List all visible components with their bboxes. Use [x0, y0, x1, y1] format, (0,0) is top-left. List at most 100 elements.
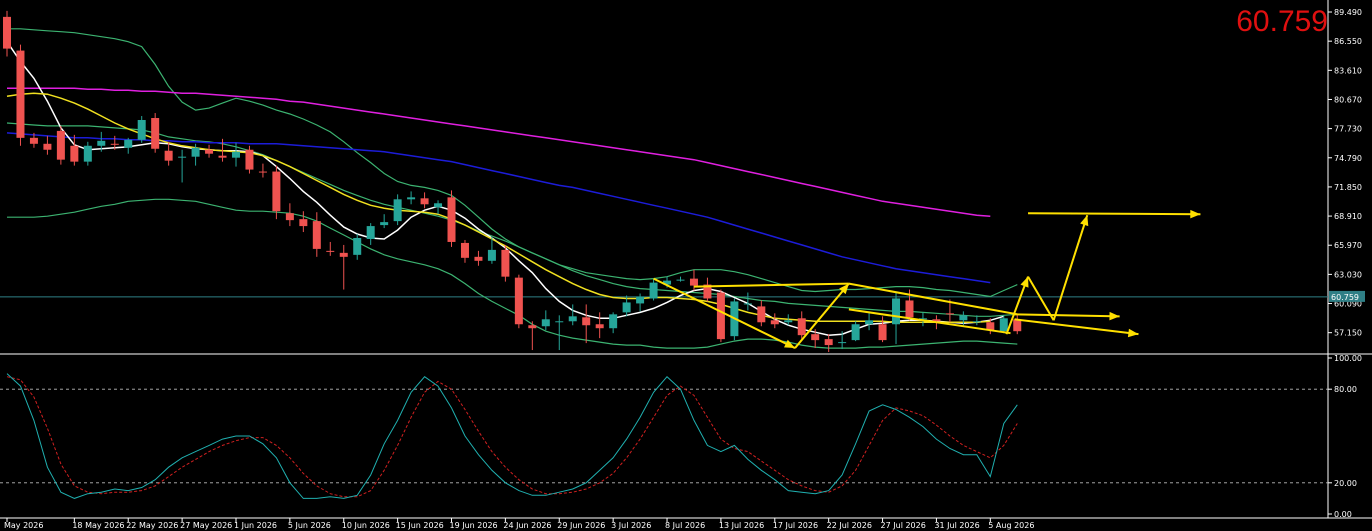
candle-body	[972, 321, 981, 323]
current-price-tag-label: 60.759	[1331, 293, 1359, 302]
time-tick-label: 15 Jun 2026	[396, 521, 444, 530]
candle-body	[487, 249, 496, 261]
trendline-arrow[interactable]	[1014, 313, 1120, 318]
candle-body	[164, 150, 173, 161]
candle-body	[420, 198, 429, 205]
candle-body	[56, 130, 65, 160]
time-tick-label: 22 Jul 2026	[827, 521, 872, 530]
candle-body	[178, 156, 187, 158]
price-tick-label: 65.970	[1334, 241, 1362, 250]
trendline-segment[interactable]	[693, 282, 849, 288]
time-tick-label: 31 Jul 2026	[934, 521, 979, 530]
candle-body	[784, 320, 793, 323]
trendline-arrow-head[interactable]	[1080, 215, 1089, 227]
price-tick-label: 86.550	[1334, 37, 1362, 46]
candle-body	[716, 292, 725, 340]
ma-slow-blue-line	[6, 132, 991, 284]
trendline-arrow[interactable]	[794, 282, 850, 349]
candle-body	[811, 334, 820, 341]
time-tick-label: 22 May 2026	[126, 521, 178, 530]
time-tick-label: May 2026	[4, 521, 43, 530]
candle-body	[824, 339, 833, 346]
time-tick-label: 5 Aug 2026	[988, 521, 1034, 530]
candle-body	[838, 342, 847, 344]
candle-body	[151, 118, 160, 149]
candle-body	[285, 213, 294, 221]
trendline-arrow-head[interactable]	[1020, 276, 1029, 288]
candle-body	[757, 306, 766, 323]
candle-body	[676, 279, 685, 281]
trendline-arrow-head[interactable]	[1109, 311, 1120, 321]
candle-body	[83, 145, 92, 162]
main-price-panel: 89.490 86.550 83.610 80.670 77.730 74.790 71.8…	[0, 0, 1372, 518]
candle-body	[70, 145, 79, 162]
candle-body	[3, 16, 11, 49]
candle-body	[231, 151, 240, 158]
candle-body	[272, 171, 281, 212]
bollinger-upper-line	[7, 28, 1018, 298]
candle-body	[380, 222, 389, 226]
candle-body	[905, 300, 914, 318]
time-tick-label: 29 Jun 2026	[557, 521, 605, 530]
candle-body	[460, 242, 469, 258]
candle-body	[501, 249, 510, 277]
osc-tick-label: 80.00	[1334, 385, 1357, 394]
candle-body	[959, 315, 968, 321]
candle-body	[191, 147, 200, 157]
time-tick-label: 1 Jun 2026	[234, 521, 277, 530]
candle-body	[797, 318, 806, 336]
price-tick-label: 83.610	[1334, 66, 1362, 75]
price-tick-label: 80.670	[1334, 95, 1362, 104]
candle-body	[1013, 319, 1022, 332]
candle-body	[851, 324, 860, 341]
candle-body	[528, 325, 537, 329]
price-tick-label: 74.790	[1334, 154, 1362, 163]
time-tick-label: 3 Jul 2026	[611, 521, 651, 530]
time-tick-label: 27 May 2026	[180, 521, 232, 530]
candle-body	[568, 316, 577, 322]
candle-body	[434, 203, 443, 208]
candle-body	[595, 324, 604, 329]
time-tick-label: 19 Jun 2026	[450, 521, 498, 530]
oscillator-panel: 100.0080.0020.000.00	[0, 354, 1362, 519]
osc-tick-label: 20.00	[1334, 479, 1357, 488]
trendline-arrow[interactable]	[1014, 318, 1139, 336]
candle-body	[339, 252, 348, 257]
time-tick-label: 17 Jul 2026	[773, 521, 818, 530]
candle-body	[582, 317, 591, 326]
osc-main-line	[6, 373, 1018, 499]
candle-body	[407, 197, 416, 200]
candle-body	[205, 149, 214, 154]
ma-long-magenta-line	[7, 87, 991, 217]
candle-body	[945, 313, 954, 315]
candle-body	[865, 320, 874, 325]
candle-body	[97, 140, 106, 146]
candle-body	[770, 320, 779, 325]
current-price-display: 60.759	[1236, 5, 1328, 38]
candle-body	[689, 278, 698, 286]
candle-body	[16, 50, 25, 138]
trendline-arrow-head[interactable]	[1127, 328, 1139, 338]
trendline-arrow-head[interactable]	[1190, 209, 1201, 219]
candle-body	[245, 149, 254, 170]
candle-body	[474, 256, 483, 261]
trendline-arrow[interactable]	[1052, 214, 1089, 321]
candle-body	[137, 119, 146, 140]
candle-body	[258, 171, 267, 173]
osc-tick-label: 100.00	[1334, 354, 1362, 363]
candle-body	[312, 221, 321, 249]
trendline-arrow[interactable]	[1028, 212, 1201, 216]
time-tick-label: 27 Jul 2026	[881, 521, 926, 530]
price-tick-label: 89.490	[1334, 8, 1362, 17]
candle-body	[353, 237, 362, 255]
time-tick-label: 18 May 2026	[72, 521, 124, 530]
time-tick-label: 13 Jul 2026	[719, 521, 764, 530]
candle-body	[649, 282, 658, 299]
candle-body	[892, 298, 901, 325]
candle-body	[218, 155, 227, 158]
time-axis: May 2026 18 May 2026 22 May 2026 27 May 202…	[0, 517, 1372, 530]
candle-body	[999, 318, 1008, 332]
candle-body	[29, 137, 38, 144]
candle-body	[878, 324, 887, 341]
candle-body	[299, 219, 308, 227]
